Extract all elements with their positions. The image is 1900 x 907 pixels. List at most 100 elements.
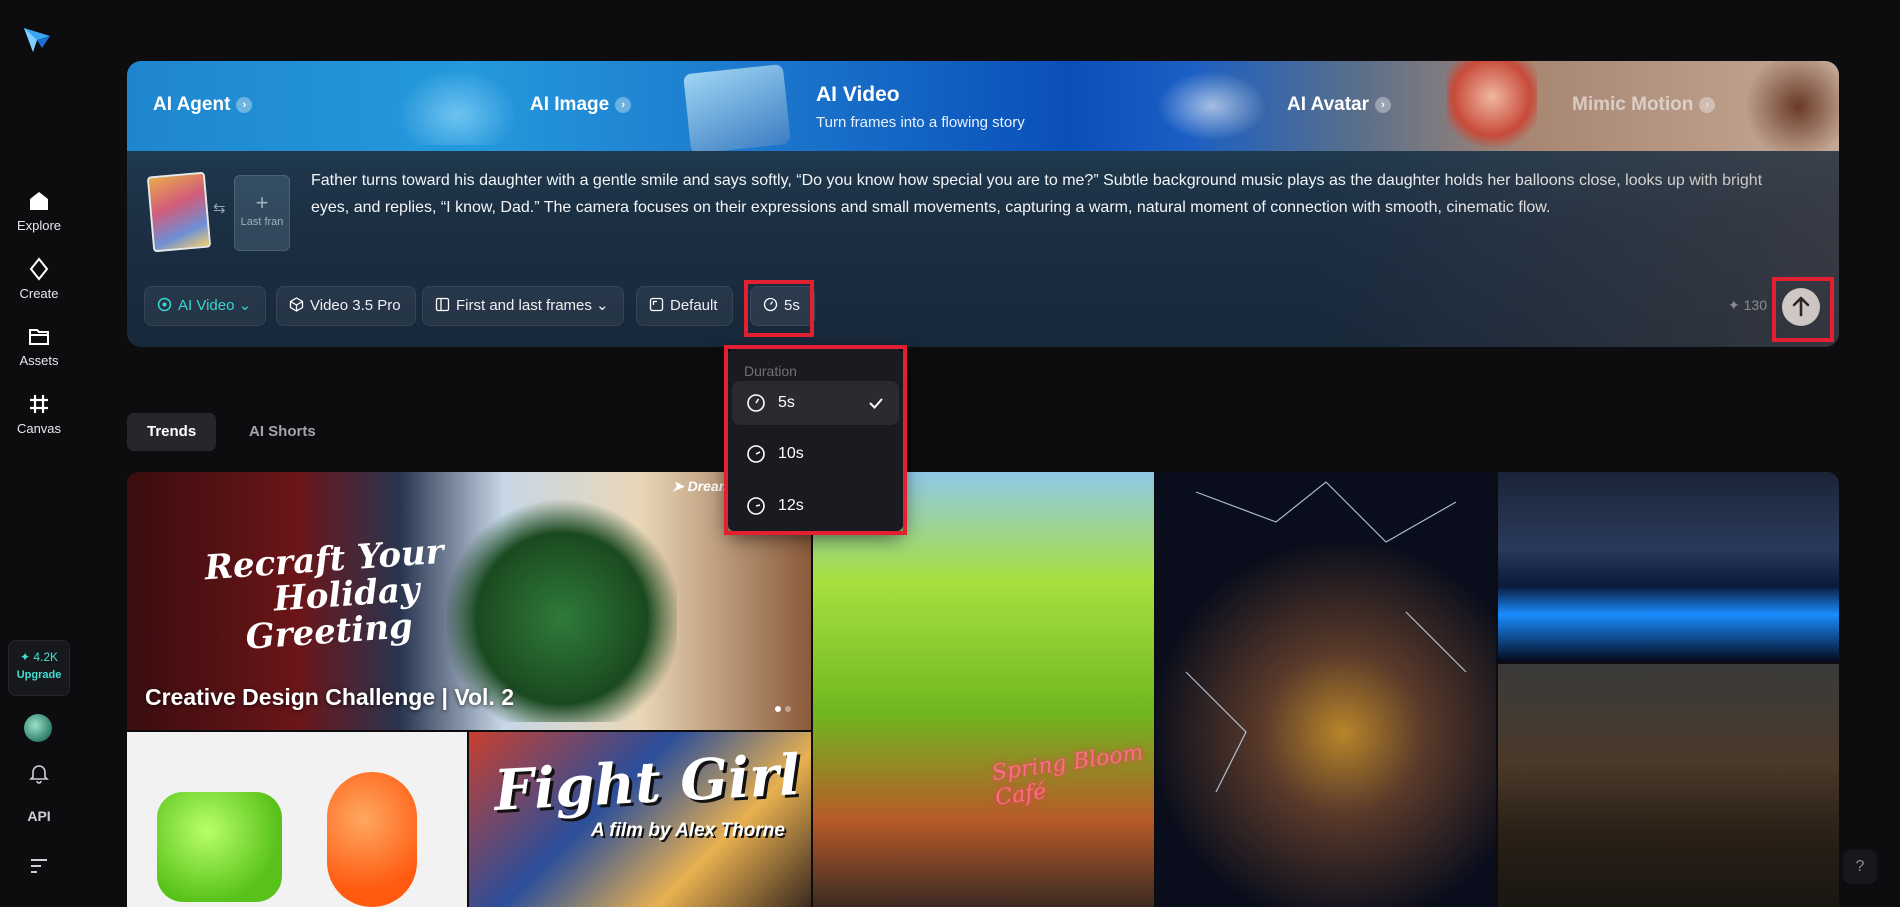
prompt-panel: ⇆ + Last fran Father turns toward his da… [127, 151, 1839, 347]
tab-ai-agent-label: AI Agent [153, 94, 231, 115]
ai-avatar-artwork [1447, 61, 1537, 151]
first-frame-thumbnail[interactable] [146, 171, 212, 253]
featured-art-text: Recraft Your Holiday Greeting [203, 532, 450, 658]
fight-girl-title: Fight Girl [492, 742, 802, 824]
tab-mimic-motion[interactable]: Mimic Motion › [1572, 94, 1716, 116]
featured-card[interactable]: Recraft Your Holiday Greeting ➤ Dream Cr… [127, 472, 811, 730]
chat-bubble-artwork [157, 792, 282, 902]
duration-option-label: 12s [778, 497, 804, 514]
home-icon [30, 192, 48, 210]
model-select[interactable]: Video 3.5 Pro [276, 286, 416, 326]
chevron-down-icon: ⌄ [596, 297, 609, 314]
duration-option-label: 5s [778, 394, 795, 411]
duration-label: 5s [784, 297, 800, 314]
cube-icon [289, 297, 304, 312]
tab-ai-image-label: AI Image [530, 94, 610, 115]
creation-type-banner: AI Agent › AI Image › AI Video Turn frames… [127, 61, 1839, 151]
featured-title: Creative Design Challenge | Vol. 2 [145, 684, 515, 710]
folder-icon [29, 329, 49, 345]
location-pin-artwork [327, 772, 417, 907]
plus-icon: + [255, 190, 269, 215]
nav-explore-label: Explore [16, 218, 62, 233]
mode-label: AI Video [178, 297, 235, 314]
gallery-card-cafe[interactable]: Spring Bloom Café [813, 472, 1154, 907]
credits-count: ✦ 4.2K [19, 650, 59, 664]
check-icon [869, 398, 883, 409]
sparkle-diamond-icon [29, 257, 49, 281]
app-root: Explore Create Assets Canvas ✦ 4.2K Upgr… [0, 0, 1900, 907]
dreamina-watermark: ➤ Dream [672, 478, 732, 494]
carousel-dot[interactable] [785, 706, 791, 712]
ratio-label: Default [670, 297, 718, 314]
menu-icon[interactable] [29, 856, 49, 874]
chevron-down-icon: ⌄ [238, 297, 252, 314]
tab-ai-avatar[interactable]: AI Avatar › [1287, 94, 1392, 116]
dreamina-logo-icon[interactable] [20, 22, 54, 56]
mode-select[interactable]: AI Video ⌄ [144, 286, 267, 326]
mimic-motion-artwork [1737, 61, 1839, 151]
tab-ai-video-subtitle: Turn frames into a flowing story [816, 114, 1025, 131]
gallery-card-fight-girl[interactable]: Fight Girl A film by Alex Thorne [469, 732, 811, 907]
duration-dropdown: Duration 5s 10s 12s [728, 349, 903, 531]
chevron-right-icon: › [236, 97, 253, 113]
help-button[interactable]: ? [1843, 850, 1877, 884]
duration-dropdown-heading: Duration [744, 363, 797, 379]
clock-icon [747, 497, 765, 515]
user-avatar[interactable] [24, 714, 52, 742]
watermark-text: Dream [687, 478, 732, 494]
chevron-right-icon: › [1699, 97, 1716, 113]
gallery-card-library[interactable] [1498, 664, 1839, 907]
frames-select[interactable]: First and last frames ⌄ [422, 286, 624, 326]
ai-video-icon [157, 297, 172, 312]
tab-trends[interactable]: Trends [127, 413, 217, 451]
generate-button[interactable] [1782, 288, 1820, 326]
gallery-card-wave[interactable] [1498, 472, 1839, 662]
nav-explore[interactable]: Explore [0, 188, 78, 246]
model-label: Video 3.5 Pro [310, 297, 401, 314]
nav-assets[interactable]: Assets [0, 323, 78, 381]
arrow-up-icon [1792, 296, 1810, 317]
constellation-lines [1185, 481, 1467, 793]
chevron-right-icon: › [1375, 97, 1392, 113]
tab-mimic-motion-label: Mimic Motion [1572, 94, 1694, 115]
aspect-ratio-icon [649, 297, 664, 312]
gallery-card-icons[interactable] [127, 732, 467, 907]
nav-assets-label: Assets [19, 353, 59, 368]
sidebar: Explore Create Assets Canvas ✦ 4.2K Upgr… [0, 0, 78, 907]
last-frame-label: Last fran [240, 216, 284, 228]
frames-icon [435, 297, 450, 312]
nav-canvas-label: Canvas [16, 421, 62, 436]
duration-option-label: 10s [778, 445, 804, 462]
tab-ai-shorts[interactable]: AI Shorts [229, 413, 336, 451]
ai-agent-artwork [397, 69, 517, 145]
gallery-card-constellation[interactable] [1156, 472, 1496, 907]
chevron-right-icon: › [615, 97, 632, 113]
duration-option-12s[interactable]: 12s [732, 484, 899, 528]
fight-girl-subtitle: A film by Alex Thorne [591, 820, 785, 841]
nav-canvas[interactable]: Canvas [0, 391, 78, 449]
credits-value: 4.2K [33, 650, 59, 664]
upgrade-button[interactable]: ✦ 4.2K Upgrade [8, 640, 70, 696]
canvas-grid-icon [30, 395, 48, 413]
nav-create-label: Create [19, 286, 59, 301]
tab-ai-video-title: AI Video [816, 83, 900, 106]
nav-create[interactable]: Create [0, 256, 78, 314]
last-frame-upload[interactable]: + Last fran [234, 175, 290, 251]
ratio-select[interactable]: Default [636, 286, 733, 326]
clock-icon [747, 445, 765, 463]
api-link[interactable]: API [0, 808, 78, 824]
tab-ai-avatar-label: AI Avatar [1287, 94, 1370, 115]
carousel-dot-active[interactable] [775, 706, 781, 712]
cafe-sign: Spring Bloom Café [990, 740, 1145, 811]
duration-option-5s[interactable]: 5s [732, 381, 899, 425]
generation-cost-value: 130 [1743, 297, 1767, 313]
clock-icon [763, 297, 778, 312]
swap-frames-icon[interactable]: ⇆ [213, 199, 226, 217]
prompt-input[interactable]: Father turns toward his daughter with a … [311, 167, 1801, 221]
duration-option-10s[interactable]: 10s [732, 432, 899, 476]
duration-select[interactable]: 5s [750, 286, 815, 326]
ai-image-artwork [683, 63, 791, 151]
tab-ai-agent[interactable]: AI Agent › [153, 94, 253, 116]
tab-ai-image[interactable]: AI Image › [530, 94, 632, 116]
bell-icon[interactable] [28, 762, 50, 784]
